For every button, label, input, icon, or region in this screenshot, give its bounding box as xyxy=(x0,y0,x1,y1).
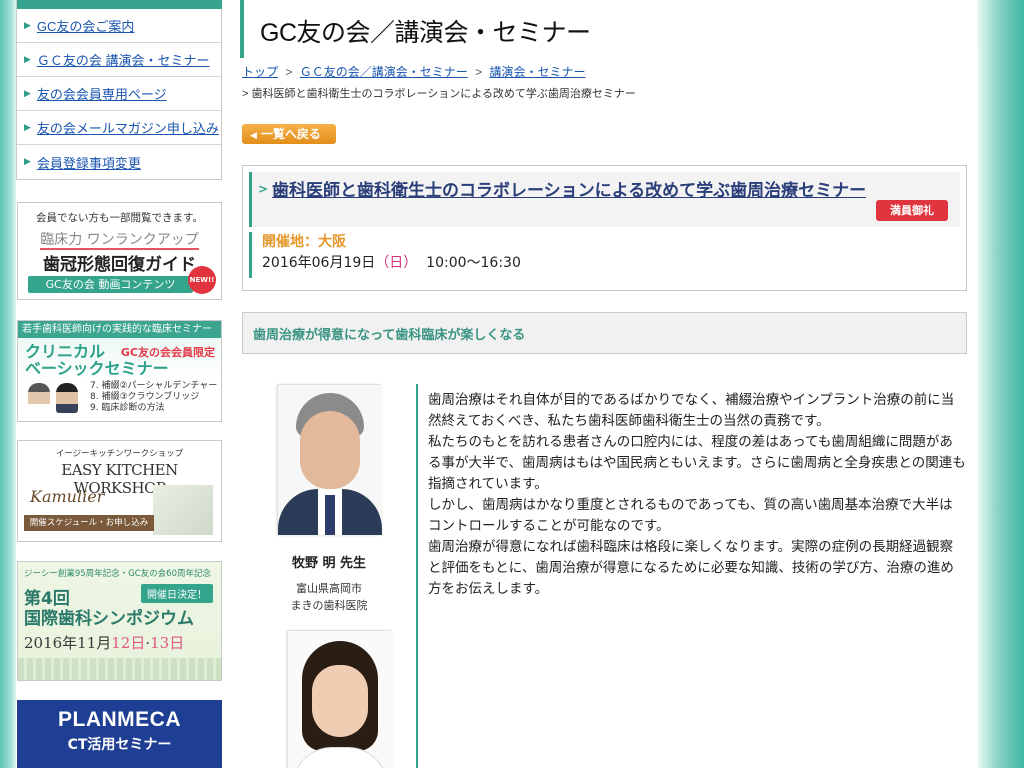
banner-title: PLANMECA xyxy=(58,708,181,731)
breadcrumb: トップ > ＧＣ友の会／講演会・セミナー > 講演会・セミナー xyxy=(242,63,585,80)
page-header: GC友の会／講演会・セミナー xyxy=(240,0,977,58)
left-decorative-strip xyxy=(0,0,16,768)
triangle-right-icon: ▶ xyxy=(24,122,31,133)
sidebar-item-label: GC友の会ご案内 xyxy=(36,19,135,34)
seminar-datetime: 2016年06月19日（日） 10:00〜16:30 xyxy=(262,252,521,274)
banner-date: 2016年11月12日·13日 xyxy=(24,634,185,652)
triangle-right-icon: ▶ xyxy=(24,88,31,99)
banner-subtitle: CT活用セミナー xyxy=(67,737,172,753)
sidebar-top-bar xyxy=(16,0,222,9)
seminar-venue: 開催地：大阪 xyxy=(262,234,346,250)
description-paragraph: しかし、歯周病はかなり重度とされるものであっても、質の高い歯周基本治療で大半はコ… xyxy=(428,497,953,534)
description-paragraph: 歯周治療が得意になれば歯科臨床は格段に楽しくなります。実際の症例の長期経過観察と… xyxy=(428,539,954,597)
skyline-illustration xyxy=(18,658,221,680)
tagline: 歯周治療が得意になって歯科臨床が楽しくなる xyxy=(253,328,526,343)
back-button-label: 一覧へ戻る xyxy=(260,127,321,141)
divider xyxy=(416,384,418,768)
seminar-title-link[interactable]: 歯科医師と歯科衛生士のコラボレーションによる改めて学ぶ歯周治療セミナー xyxy=(272,180,892,202)
sidebar-item-label: 会員登録事項変更 xyxy=(36,155,141,171)
breadcrumb-separator: > xyxy=(285,65,293,79)
kitchen-photo xyxy=(153,485,213,535)
back-to-list-button[interactable]: ◀ 一覧へ戻る xyxy=(242,124,336,144)
new-badge: NEW!! xyxy=(188,266,216,294)
banner-planmeca[interactable]: PLANMECA CT活用セミナー xyxy=(17,700,222,768)
banner-clinical-basic-seminar[interactable]: 若手歯科医師向けの実践的な臨床セミナー クリニカル ベーシックセミナー GC友の… xyxy=(17,320,222,422)
breadcrumb-link-top[interactable]: トップ xyxy=(242,65,278,79)
sidebar: ▶ GC友の会ご案内 ▶ ＧＣ友の会 講演会・セミナー ▶ 友の会会員専用ページ… xyxy=(16,0,222,768)
banner-topic-list: 7. 補綴②パーシャルデンチャー 8. 補綴③クラウンブリッジ 9. 臨床診断の… xyxy=(90,381,217,414)
breadcrumb-separator: > xyxy=(475,65,483,79)
page-title: GC友の会／講演会・セミナー xyxy=(260,19,591,47)
banner-day2: 13日 xyxy=(150,634,185,652)
speaker-photo xyxy=(287,630,392,768)
seminar-title-bar: > 歯科医師と歯科衛生士のコラボレーションによる改めて学ぶ歯周治療セミナー 満員… xyxy=(249,172,960,227)
main-content: GC友の会／講演会・セミナー トップ > ＧＣ友の会／講演会・セミナー > 講演… xyxy=(240,0,977,768)
banner-symposium[interactable]: ジーシー創業95周年記念・GC友の会60周年記念 開催日決定！ 第4回 国際歯科… xyxy=(17,561,222,681)
speaker-name: 牧野 明 先生 xyxy=(291,556,367,571)
lecturer-photo xyxy=(56,383,78,413)
seminar-time: 10:00〜16:30 xyxy=(426,255,521,271)
banner-line1: 臨床力 ワンランクアップ xyxy=(18,229,221,250)
sidebar-item-label: ＧＣ友の会 講演会・セミナー xyxy=(36,53,210,68)
banner-small: イージーキッチンワークショップ xyxy=(55,449,184,459)
banner-easy-kitchen-workshop[interactable]: イージーキッチンワークショップ EASY KITCHEN WORKSHOP Ka… xyxy=(17,440,222,542)
lecturer-photo xyxy=(28,383,50,413)
triangle-right-icon: ▶ xyxy=(24,157,31,167)
seminar-description: 歯周治療はそれ自体が目的であるばかりでなく、補綴治療やインプラント治療の前に当然… xyxy=(428,390,966,600)
breadcrumb-link-seminar[interactable]: 講演会・セミナー xyxy=(489,65,585,79)
banner-head: 若手歯科医師向けの実践的な臨床セミナー xyxy=(18,321,221,338)
seminar-summary-card: > 歯科医師と歯科衛生士のコラボレーションによる改めて学ぶ歯周治療セミナー 満員… xyxy=(242,165,967,291)
banner-badge: 開催日決定！ xyxy=(141,584,213,603)
sidebar-item-members-page[interactable]: ▶ 友の会会員専用ページ xyxy=(17,77,221,111)
speaker-clinic: まきの歯科医院 xyxy=(290,599,368,612)
banner-date-prefix: 2016年11月 xyxy=(24,634,112,652)
seminar-info: 開催地：大阪 2016年06月19日（日） 10:00〜16:30 xyxy=(249,232,521,278)
seminar-day-of-week: （日） xyxy=(375,255,418,271)
sidebar-item-mail-magazine[interactable]: ▶ 友の会メールマガジン申し込み xyxy=(17,111,221,145)
banner-topic: 9. 臨床診断の方法 xyxy=(90,403,165,413)
banner-bar: GC友の会 動画コンテンツ xyxy=(28,276,193,293)
sidebar-item-seminar[interactable]: ▶ ＧＣ友の会 講演会・セミナー xyxy=(17,43,221,77)
breadcrumb-current: > 歯科医師と歯科衛生士のコラボレーションによる改めて学ぶ歯周治療セミナー xyxy=(242,88,636,100)
breadcrumb-link-gc-seminar[interactable]: ＧＣ友の会／講演会・セミナー xyxy=(300,65,468,79)
banner-title-line2: ベーシックセミナー xyxy=(25,359,169,378)
triangle-right-icon: ▶ xyxy=(24,20,31,31)
banner-title2: 国際歯科シンポジウム xyxy=(24,609,194,629)
right-decorative-strip xyxy=(978,0,1024,768)
banner-small: ジーシー創業95周年記念・GC友の会60周年記念 xyxy=(24,569,211,579)
speaker-city: 富山県高岡市 xyxy=(296,582,362,595)
tagline-box: 歯周治療が得意になって歯科臨床が楽しくなる xyxy=(242,312,967,354)
banner-video-contents[interactable]: 会員でない方も一部閲覧できます。 臨床力 ワンランクアップ 歯冠形態回復ガイド … xyxy=(17,202,222,300)
banner-day1: 12日 xyxy=(111,634,146,652)
sidebar-item-label: 友の会会員専用ページ xyxy=(36,87,167,102)
sidebar-nav: ▶ GC友の会ご案内 ▶ ＧＣ友の会 講演会・セミナー ▶ 友の会会員専用ページ… xyxy=(16,9,222,180)
brand-logo: Kamulier xyxy=(30,487,105,506)
description-paragraph: 私たちのもとを訪れる患者さんの口腔内には、程度の差はあっても歯周組織に問題がある… xyxy=(428,434,966,492)
status-badge: 満員御礼 xyxy=(876,200,948,221)
banner-topic: 7. 補綴②パーシャルデンチャー xyxy=(90,381,218,391)
banner-topic: 8. 補綴③クラウンブリッジ xyxy=(90,392,200,402)
description-paragraph: 歯周治療はそれ自体が目的であるばかりでなく、補綴治療やインプラント治療の前に当然… xyxy=(428,392,955,429)
chevron-left-icon: ◀ xyxy=(250,131,257,141)
speaker-photo xyxy=(277,384,382,535)
speaker-photo-image xyxy=(278,385,382,535)
sidebar-item-guide[interactable]: ▶ GC友の会ご案内 xyxy=(17,9,221,43)
banner-member-note: GC友の会会員限定 xyxy=(120,346,215,359)
arrow-right-icon: > xyxy=(258,182,269,196)
banner-bar: 開催スケジュール・お申し込み xyxy=(24,515,154,531)
speaker-photo-image xyxy=(288,631,392,768)
banner-note: 会員でない方も一部閲覧できます。 xyxy=(36,212,203,224)
banner-line1-text: 臨床力 ワンランクアップ xyxy=(40,232,199,250)
sidebar-item-label: 友の会メールマガジン申し込み xyxy=(36,121,219,136)
triangle-right-icon: ▶ xyxy=(24,54,31,65)
sidebar-item-registration-change[interactable]: ▶ 会員登録事項変更 xyxy=(17,145,221,179)
seminar-date: 2016年06月19日 xyxy=(262,255,376,271)
